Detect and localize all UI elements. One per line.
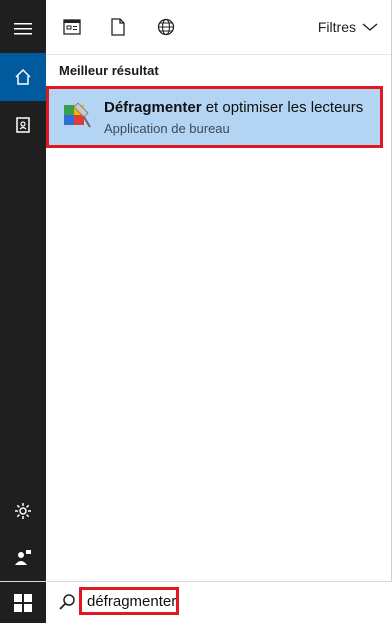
section-title: Meilleur résultat [59, 63, 159, 78]
taskbar: défragmenter [0, 581, 392, 623]
defragment-app-icon [64, 102, 91, 128]
feedback-person-icon[interactable] [0, 533, 46, 581]
result-title: Défragmenter et optimiser les lecteurs [104, 99, 363, 116]
web-filter-globe-icon[interactable] [156, 17, 176, 37]
filters-label: Filtres [317, 19, 356, 35]
search-icon [59, 594, 75, 610]
result-title-bold: Défragmenter [104, 99, 202, 116]
chevron-down-icon [362, 23, 378, 31]
search-filter-toolbar: Filtres [46, 0, 392, 55]
hamburger-menu-icon[interactable] [0, 5, 46, 53]
apps-filter-icon[interactable] [62, 17, 82, 37]
left-rail [0, 0, 46, 582]
filters-dropdown[interactable]: Filtres [318, 19, 378, 35]
settings-gear-icon[interactable] [0, 487, 46, 535]
result-subtitle: Application de bureau [104, 121, 230, 136]
search-results-panel: Meilleur résultat Défragmenter et optimi… [46, 55, 391, 582]
search-input[interactable]: défragmenter [79, 587, 179, 615]
windows-start-icon[interactable] [0, 582, 46, 623]
result-title-rest: et optimiser les lecteurs [201, 99, 364, 116]
best-result-item[interactable]: Défragmenter et optimiser les lecteurs A… [46, 86, 383, 148]
notebook-icon[interactable] [0, 101, 46, 149]
home-icon[interactable] [0, 53, 46, 101]
documents-filter-icon[interactable] [108, 17, 128, 37]
